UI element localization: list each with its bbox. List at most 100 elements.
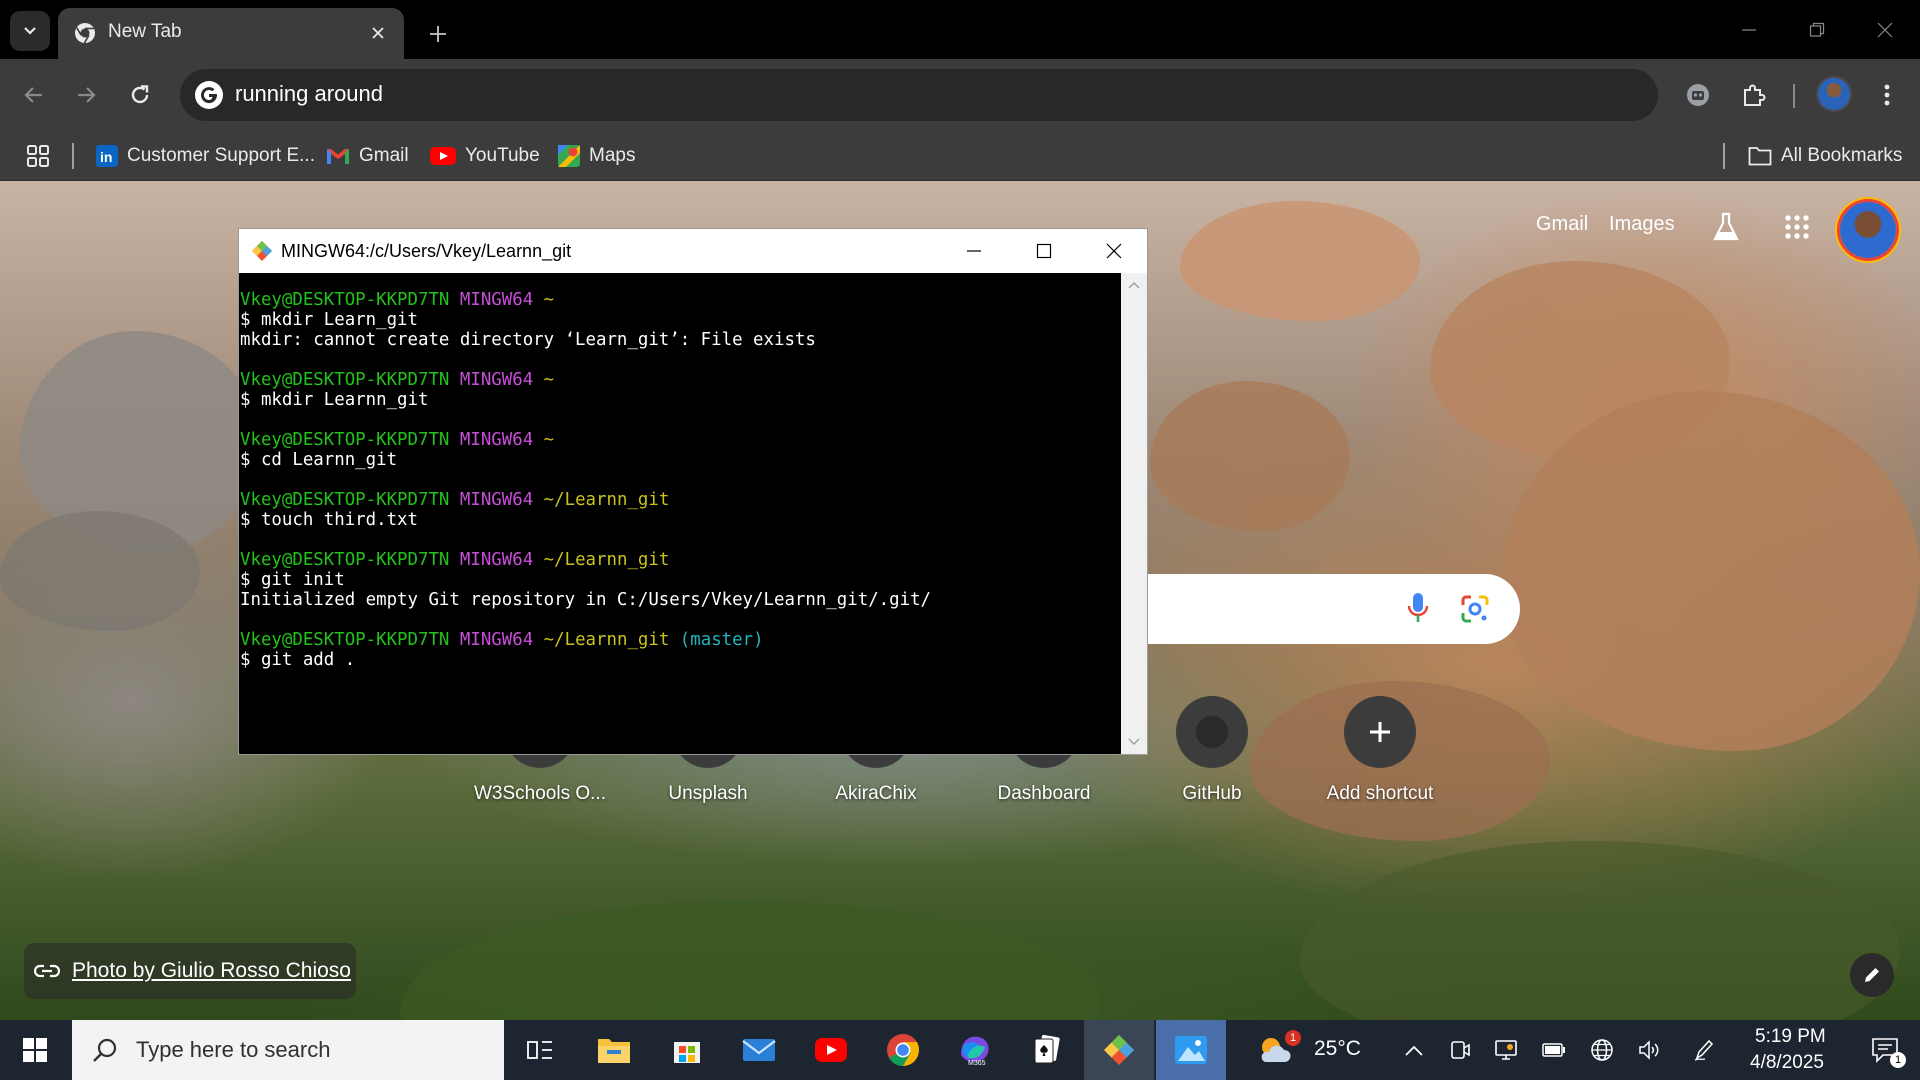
google-search-box[interactable]	[1130, 574, 1520, 644]
task-view-button[interactable]	[505, 1020, 575, 1080]
google-apps-button[interactable]	[1779, 209, 1815, 245]
prompt-line: Vkey@DESKTOP-KKPD7TN MINGW64 ~	[240, 430, 1119, 450]
search-icon	[93, 1038, 117, 1062]
arrow-left-icon	[24, 87, 42, 103]
all-bookmarks-button[interactable]: All Bookmarks	[1748, 141, 1902, 171]
command-line: $ cd Learnn_git	[240, 450, 398, 470]
add-shortcut-button[interactable]: Add shortcut	[1310, 696, 1450, 805]
back-button[interactable]	[12, 73, 56, 117]
battery-icon[interactable]	[1534, 1020, 1574, 1080]
network-icon[interactable]	[1582, 1020, 1622, 1080]
shortcut-icon	[1344, 696, 1416, 768]
shortcut-github[interactable]: GitHub	[1142, 696, 1282, 805]
solitaire-button[interactable]	[1012, 1020, 1082, 1080]
action-center-button[interactable]: 1	[1850, 1020, 1920, 1080]
profile-avatar-button[interactable]	[1816, 76, 1852, 112]
window-restore-button[interactable]	[1794, 10, 1840, 50]
clock-time[interactable]: 5:19 PM	[1755, 1026, 1826, 1048]
screen-capture-icon[interactable]	[1486, 1020, 1526, 1080]
shortcut-label: GitHub	[1182, 783, 1242, 804]
microsoft-365-button[interactable]: M365	[940, 1020, 1010, 1080]
tab-new-tab[interactable]: New Tab	[58, 8, 404, 59]
prompt-path: ~	[543, 290, 555, 310]
chevron-up-icon	[1405, 1045, 1423, 1056]
shortcut-label: Add shortcut	[1326, 783, 1434, 804]
arrow-right-icon	[78, 87, 96, 103]
terminal-output[interactable]: Vkey@DESKTOP-KKPD7TN MINGW64 ~ $ mkdir Le…	[239, 273, 1119, 754]
background-vegetation	[400, 901, 1100, 1020]
bookmark-youtube[interactable]: YouTube	[430, 141, 540, 171]
link-icon	[34, 964, 60, 978]
background-rock	[1150, 381, 1350, 531]
command-line: $ git add .	[240, 650, 356, 670]
incognito-extension-button[interactable]	[1676, 73, 1720, 117]
bookmark-maps[interactable]: Maps	[558, 141, 635, 171]
weather-temperature[interactable]: 25°C	[1314, 1037, 1361, 1061]
prompt-branch: (master)	[679, 630, 764, 650]
terminal-scrollbar[interactable]	[1121, 273, 1147, 754]
show-hidden-icons-button[interactable]	[1394, 1020, 1434, 1080]
prompt-user: Vkey@DESKTOP-KKPD7TN	[240, 490, 450, 510]
new-tab-button[interactable]	[420, 16, 456, 52]
browser-toolbar: running around	[0, 59, 1920, 131]
prompt-path: ~/Learnn_git	[543, 550, 670, 570]
google-account-avatar[interactable]	[1840, 202, 1896, 258]
mail-button[interactable]	[724, 1020, 794, 1080]
clock-date[interactable]: 4/8/2025	[1750, 1052, 1824, 1074]
search-labs-button[interactable]	[1708, 209, 1744, 245]
images-link[interactable]: Images	[1609, 213, 1675, 236]
meet-now-icon[interactable]	[1440, 1020, 1480, 1080]
start-button[interactable]	[0, 1020, 70, 1080]
customize-chrome-button[interactable]	[1850, 953, 1894, 997]
reload-icon	[131, 85, 149, 104]
bookmark-customer-support[interactable]: in Customer Support E...	[96, 141, 315, 171]
terminal-maximize-button[interactable]	[1009, 229, 1079, 273]
microsoft-store-button[interactable]	[652, 1020, 722, 1080]
tab-close-button[interactable]	[366, 21, 390, 45]
prompt-line: Vkey@DESKTOP-KKPD7TN MINGW64 ~/Learnn_gi…	[240, 550, 1119, 570]
scroll-down-icon	[1128, 738, 1140, 745]
photo-credit-link[interactable]: Photo by Giulio Rosso Chioso	[24, 943, 356, 999]
background-rock	[1180, 201, 1420, 321]
shortcut-label: W3Schools O...	[474, 783, 606, 804]
forward-button[interactable]	[64, 73, 108, 117]
extensions-button[interactable]	[1732, 73, 1776, 117]
taskbar-search-box[interactable]: Type here to search	[72, 1020, 504, 1080]
reload-button[interactable]	[118, 73, 162, 117]
gmail-link[interactable]: Gmail	[1536, 213, 1588, 236]
apps-button[interactable]	[26, 141, 50, 171]
cards-icon	[1034, 1034, 1060, 1064]
mingw64-terminal-window[interactable]: MINGW64:/c/Users/Vkey/Learnn_git Vkey@DE…	[238, 228, 1148, 755]
bookmark-gmail[interactable]: Gmail	[326, 141, 409, 171]
notification-count-badge: 1	[1890, 1052, 1906, 1068]
close-icon	[1877, 22, 1893, 38]
extension-robot-icon	[1687, 84, 1709, 106]
terminal-minimize-button[interactable]	[939, 229, 1009, 273]
youtube-app-button[interactable]	[796, 1020, 866, 1080]
photos-app-button[interactable]	[1156, 1020, 1226, 1080]
weather-widget-icon[interactable]: 1	[1250, 1020, 1301, 1080]
prompt-env: MINGW64	[459, 290, 534, 310]
file-explorer-button[interactable]	[579, 1020, 649, 1080]
tab-title: New Tab	[108, 21, 182, 42]
window-minimize-button[interactable]	[1726, 10, 1772, 50]
address-bar[interactable]: running around	[180, 69, 1658, 121]
terminal-title-bar[interactable]: MINGW64:/c/Users/Vkey/Learnn_git	[239, 229, 1147, 273]
youtube-icon	[430, 147, 456, 165]
volume-icon[interactable]	[1630, 1020, 1670, 1080]
git-bash-taskbar-button[interactable]	[1084, 1020, 1154, 1080]
window-close-button[interactable]	[1862, 10, 1908, 50]
store-icon	[674, 1042, 700, 1063]
terminal-close-button[interactable]	[1079, 229, 1149, 273]
all-bookmarks-label: All Bookmarks	[1781, 145, 1903, 166]
chrome-menu-button[interactable]	[1865, 73, 1909, 117]
chrome-button[interactable]	[868, 1020, 938, 1080]
tab-search-button[interactable]	[10, 11, 50, 51]
prompt-user: Vkey@DESKTOP-KKPD7TN	[240, 550, 450, 570]
mail-icon	[742, 1039, 776, 1061]
pen-workspace-icon[interactable]	[1684, 1020, 1724, 1080]
prompt-env: MINGW64	[459, 370, 534, 390]
github-icon	[1196, 716, 1228, 748]
